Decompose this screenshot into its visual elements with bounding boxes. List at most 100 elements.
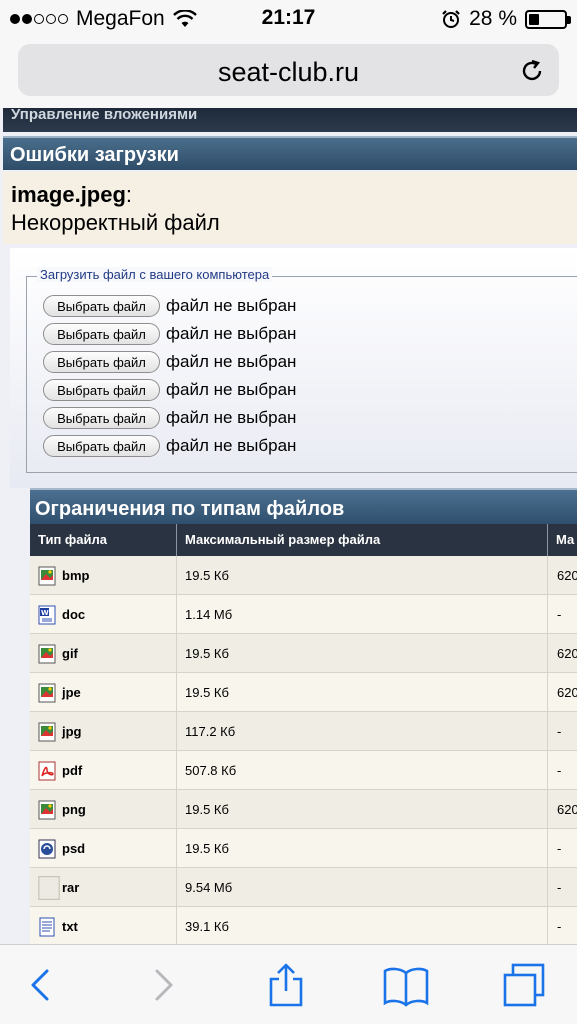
file-input-row[interactable]: Выбрать файл файл не выбран bbox=[43, 407, 296, 429]
battery-icon bbox=[525, 9, 571, 29]
file-type-label: txt bbox=[62, 919, 78, 934]
file-type-label: gif bbox=[62, 646, 78, 661]
extra-cell: 620 bbox=[548, 790, 577, 829]
max-size-cell: 19.5 Кб bbox=[177, 790, 548, 829]
max-size-cell: 19.5 Кб bbox=[177, 829, 548, 868]
file-type-cell: txt bbox=[30, 907, 177, 944]
file-state-text: файл не выбран bbox=[166, 380, 297, 399]
file-type-cell: bmp bbox=[30, 556, 177, 595]
choose-file-button[interactable]: Выбрать файл bbox=[43, 323, 160, 345]
max-size-cell: 9.54 Мб bbox=[177, 868, 548, 907]
choose-file-button[interactable]: Выбрать файл bbox=[43, 435, 160, 457]
choose-file-button[interactable]: Выбрать файл bbox=[43, 407, 160, 429]
file-type-label: psd bbox=[62, 841, 86, 856]
upload-legend: Загрузить файл с вашего компьютера bbox=[37, 267, 273, 282]
image-icon bbox=[38, 800, 56, 820]
choose-file-button[interactable]: Выбрать файл bbox=[43, 295, 160, 317]
column-header-extra: Ма bbox=[556, 532, 575, 547]
file-type-label: rar bbox=[62, 880, 80, 895]
file-type-label: jpg bbox=[62, 724, 82, 739]
extra-cell: - bbox=[548, 868, 577, 907]
file-type-limits: Ограничения по типам файлов Тип файла Ма… bbox=[30, 488, 577, 944]
choose-file-button[interactable]: Выбрать файл bbox=[43, 379, 160, 401]
pdf-icon bbox=[38, 761, 56, 781]
bookmarks-icon[interactable] bbox=[382, 963, 430, 1007]
extra-cell: - bbox=[548, 907, 577, 944]
image-icon bbox=[38, 722, 56, 742]
image-icon bbox=[38, 566, 56, 586]
file-state-text: файл не выбран bbox=[166, 352, 297, 371]
share-icon[interactable] bbox=[262, 963, 310, 1007]
file-type-cell: psd bbox=[30, 829, 177, 868]
tabs-icon[interactable] bbox=[500, 963, 548, 1007]
file-input-row[interactable]: Выбрать файл файл не выбран bbox=[43, 323, 296, 345]
max-size-cell: 39.1 Кб bbox=[177, 907, 548, 944]
file-type-label: bmp bbox=[62, 568, 90, 583]
max-size-cell: 1.14 Мб bbox=[177, 595, 548, 634]
error-file-line: image.jpeg: bbox=[11, 182, 577, 208]
file-type-cell: gif bbox=[30, 634, 177, 673]
table-row: jpg 117.2 Кб - bbox=[30, 712, 577, 751]
attachments-header: Управление вложениями bbox=[3, 108, 577, 132]
limits-table-header: Тип файла Максимальный размер файла Ма bbox=[30, 524, 577, 556]
url-text[interactable]: seat-club.ru bbox=[18, 57, 559, 88]
upload-panel: Загрузить файл с вашего компьютера Выбра… bbox=[10, 248, 577, 488]
file-input-row[interactable]: Выбрать файл файл не выбран bbox=[43, 435, 296, 457]
file-type-label: jpe bbox=[62, 685, 81, 700]
page-content: Управление вложениями Ошибки загрузки im… bbox=[0, 108, 577, 944]
extra-cell: - bbox=[548, 595, 577, 634]
extra-cell: - bbox=[548, 829, 577, 868]
file-input-row[interactable]: Выбрать файл файл не выбран bbox=[43, 379, 296, 401]
alarm-icon bbox=[442, 10, 460, 28]
browser-chrome: seat-club.ru bbox=[0, 38, 577, 108]
blank-icon bbox=[38, 876, 60, 900]
file-type-cell: pdf bbox=[30, 751, 177, 790]
upload-fieldset: Загрузить файл с вашего компьютера Выбра… bbox=[26, 267, 577, 473]
choose-file-button[interactable]: Выбрать файл bbox=[43, 351, 160, 373]
file-state-text: файл не выбран bbox=[166, 408, 297, 427]
max-size-cell: 507.8 Кб bbox=[177, 751, 548, 790]
file-type-cell: rar bbox=[30, 868, 177, 907]
table-row: pdf 507.8 Кб - bbox=[30, 751, 577, 790]
table-row: psd 19.5 Кб - bbox=[30, 829, 577, 868]
word-icon: W bbox=[38, 605, 56, 625]
file-type-label: pdf bbox=[62, 763, 83, 778]
max-size-cell: 117.2 Кб bbox=[177, 712, 548, 751]
browser-toolbar bbox=[0, 944, 577, 1024]
forward-icon[interactable] bbox=[138, 963, 186, 1007]
error-message: Некорректный файл bbox=[11, 210, 220, 235]
extra-cell: - bbox=[548, 751, 577, 790]
max-size-cell: 19.5 Кб bbox=[177, 634, 548, 673]
extra-cell: 620 bbox=[548, 634, 577, 673]
reload-icon[interactable] bbox=[519, 58, 545, 84]
max-size-cell: 19.5 Кб bbox=[177, 673, 548, 712]
file-type-label: doc bbox=[62, 607, 86, 622]
battery-percent: 28 % bbox=[469, 7, 517, 30]
upload-errors-box: image.jpeg: Некорректный файл bbox=[3, 172, 577, 244]
table-row: Wdoc 1.14 Мб - bbox=[30, 595, 577, 634]
file-state-text: файл не выбран bbox=[166, 324, 297, 343]
file-type-cell: Wdoc bbox=[30, 595, 177, 634]
file-input-row[interactable]: Выбрать файл файл не выбран bbox=[43, 351, 296, 373]
text-icon bbox=[39, 917, 55, 937]
file-type-cell: png bbox=[30, 790, 177, 829]
table-row: txt 39.1 Кб - bbox=[30, 907, 577, 944]
extra-cell: 620 bbox=[548, 673, 577, 712]
file-type-cell: jpe bbox=[30, 673, 177, 712]
image-icon bbox=[38, 644, 56, 664]
file-input-row[interactable]: Выбрать файл файл не выбран bbox=[43, 295, 296, 317]
column-header-max-size: Максимальный размер файла bbox=[177, 524, 548, 556]
table-row: gif 19.5 Кб 620 bbox=[30, 634, 577, 673]
file-type-cell: jpg bbox=[30, 712, 177, 751]
file-type-label: png bbox=[62, 802, 86, 817]
table-row: png 19.5 Кб 620 bbox=[30, 790, 577, 829]
limits-title: Ограничения по типам файлов bbox=[30, 488, 577, 524]
max-size-cell: 19.5 Кб bbox=[177, 556, 548, 595]
extra-cell: - bbox=[548, 712, 577, 751]
back-icon[interactable] bbox=[18, 963, 66, 1007]
address-bar[interactable]: seat-club.ru bbox=[18, 44, 559, 96]
column-header-type: Тип файла bbox=[30, 524, 177, 556]
status-bar: MegaFon 21:17 28 % bbox=[0, 0, 577, 38]
svg-text:W: W bbox=[41, 609, 49, 617]
table-row: jpe 19.5 Кб 620 bbox=[30, 673, 577, 712]
